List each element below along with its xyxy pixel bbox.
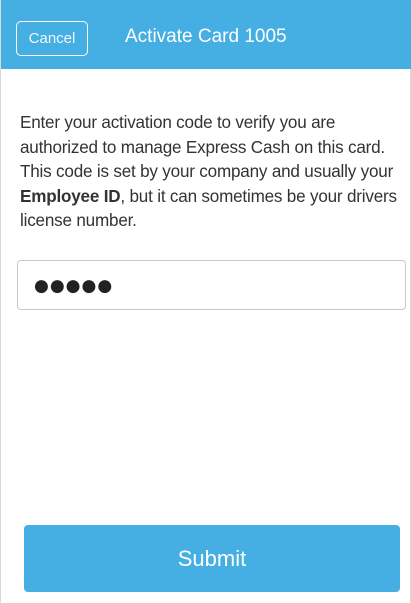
activate-card-screen: Cancel Activate Card 1005 Enter your act… xyxy=(0,0,411,603)
submit-button[interactable]: Submit xyxy=(24,525,400,592)
activation-code-field[interactable]: ●●●●● xyxy=(17,260,406,310)
employee-id-emphasis: Employee ID xyxy=(20,186,121,206)
instructions-text-start: Enter your activation code to verify you… xyxy=(20,113,394,182)
cancel-button[interactable]: Cancel xyxy=(16,21,88,56)
activation-instructions: Enter your activation code to verify you… xyxy=(20,111,400,234)
header-bar: Cancel Activate Card 1005 xyxy=(1,0,411,69)
activation-code-value: ●●●●● xyxy=(34,276,114,296)
page-title: Activate Card 1005 xyxy=(125,26,287,47)
